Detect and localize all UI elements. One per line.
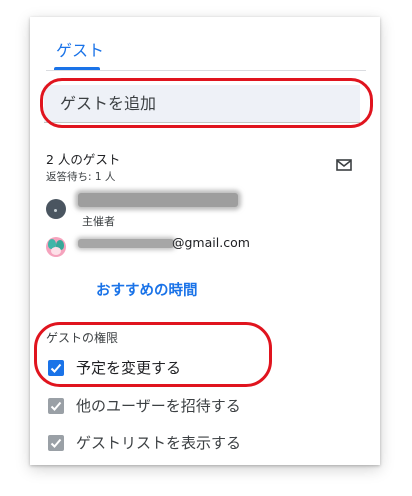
suggested-times-link[interactable]: おすすめの時間 <box>96 279 198 300</box>
mail-icon[interactable] <box>336 159 352 171</box>
host-avatar <box>46 199 66 219</box>
modify-event-checkbox[interactable] <box>48 360 64 376</box>
invite-others-checkbox[interactable] <box>48 398 64 414</box>
invite-others-label: 他のユーザーを招待する <box>76 397 241 415</box>
checkmark-icon <box>50 438 62 448</box>
redacted-host-name <box>78 193 238 207</box>
checkmark-icon <box>50 401 62 411</box>
tab-divider <box>46 70 366 71</box>
add-guest-input[interactable]: ゲストを追加 <box>44 85 360 123</box>
redacted-guest-email <box>78 239 174 248</box>
guest-email-domain: @gmail.com <box>172 235 250 250</box>
modify-event-label: 予定を変更する <box>76 359 182 377</box>
tab-guests[interactable]: ゲスト <box>56 37 104 61</box>
see-guest-list-label: ゲストリストを表示する <box>76 434 242 452</box>
see-guest-list-checkbox[interactable] <box>48 435 64 451</box>
guest-avatar <box>46 237 66 257</box>
checkmark-icon <box>50 363 62 373</box>
guest-panel: ゲスト ゲストを追加 2 人のゲスト 返答待ち: 1 人 主催者 @gmail.… <box>30 17 380 465</box>
host-role-label: 主催者 <box>82 215 115 228</box>
permissions-heading: ゲストの権限 <box>46 331 119 345</box>
pending-count: 返答待ち: 1 人 <box>46 171 116 183</box>
guest-count: 2 人のゲスト <box>46 152 121 167</box>
